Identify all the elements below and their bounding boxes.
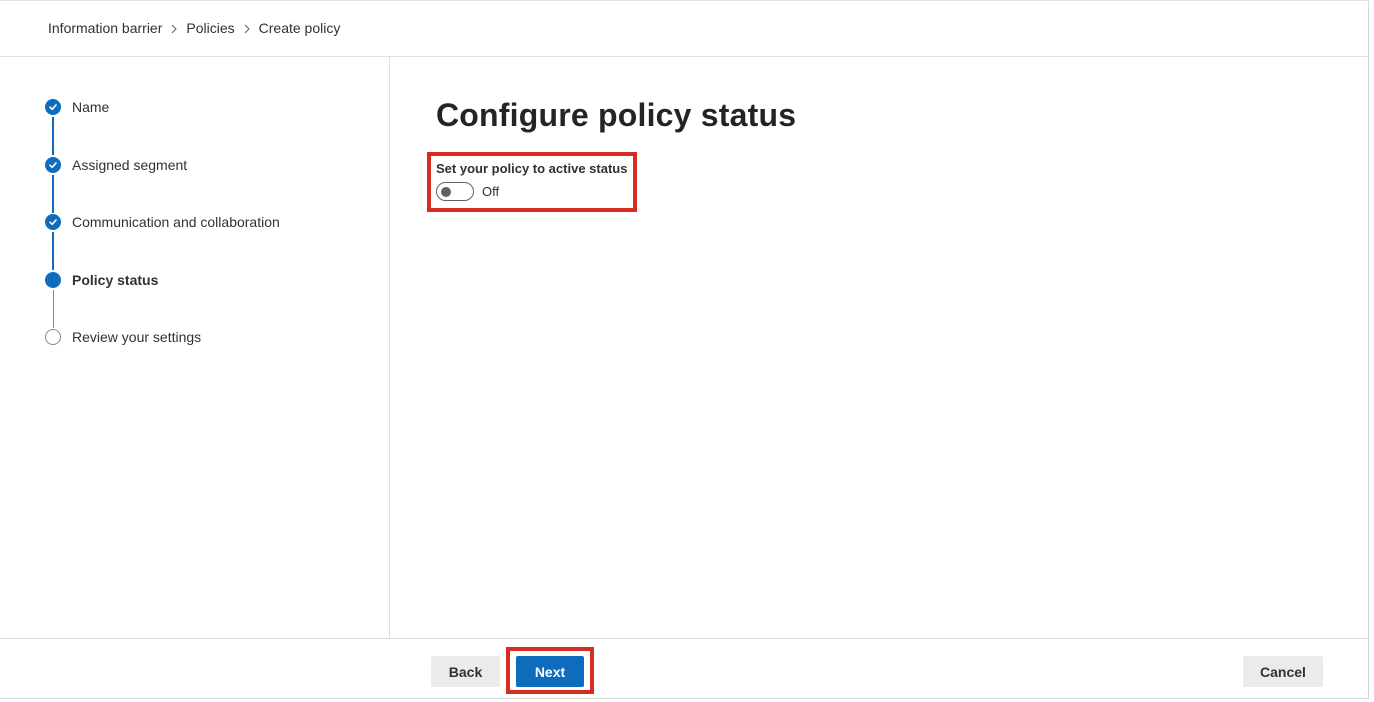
next-button[interactable]: Next xyxy=(516,656,584,687)
step-connector xyxy=(52,117,54,155)
cancel-button[interactable]: Cancel xyxy=(1243,656,1323,687)
breadcrumb: Information barrier Policies Create poli… xyxy=(48,20,340,36)
step-label: Policy status xyxy=(72,271,159,288)
chevron-right-icon xyxy=(162,21,186,35)
toggle-state-text: Off xyxy=(482,184,500,199)
chevron-right-icon xyxy=(235,21,259,35)
checkmark-icon xyxy=(45,214,61,230)
wizard-window: Information barrier Policies Create poli… xyxy=(0,0,1369,699)
wizard-steps-panel: Name Assigned segment Communication and … xyxy=(0,57,390,639)
breadcrumb-information-barrier[interactable]: Information barrier xyxy=(48,20,162,36)
checkmark-icon xyxy=(45,156,61,173)
current-step-dot-icon xyxy=(45,271,61,288)
step-label: Name xyxy=(72,99,110,115)
step-connector xyxy=(52,174,54,213)
active-status-toggle[interactable] xyxy=(436,182,474,201)
checkmark-icon xyxy=(45,99,61,115)
step-connector xyxy=(52,289,54,328)
step-label: Assigned segment xyxy=(72,156,188,173)
toggle-label: Set your policy to active status xyxy=(436,161,628,176)
breadcrumb-policies[interactable]: Policies xyxy=(186,20,234,36)
pending-step-circle-icon xyxy=(45,329,61,345)
header: Information barrier Policies Create poli… xyxy=(0,1,1368,57)
step-label: Review your settings xyxy=(72,329,202,345)
step-label: Communication and collaboration xyxy=(72,214,280,230)
page-title: Configure policy status xyxy=(436,97,797,133)
toggle-knob xyxy=(441,186,451,197)
back-button[interactable]: Back xyxy=(431,656,500,687)
breadcrumb-create-policy: Create policy xyxy=(258,20,341,36)
step-connector xyxy=(52,232,54,270)
footer xyxy=(0,638,1368,700)
main-content: Configure policy status xyxy=(390,57,1368,639)
